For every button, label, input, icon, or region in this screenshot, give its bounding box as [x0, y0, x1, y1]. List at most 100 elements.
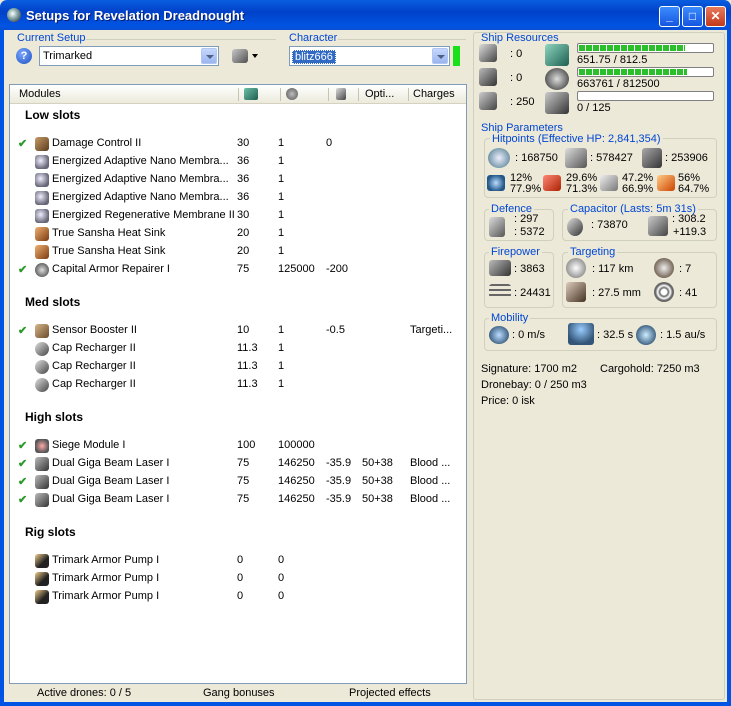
armor-hp: : 578427 — [590, 152, 633, 164]
module-row[interactable]: Trimark Armor Pump I 0 0 — [10, 588, 466, 606]
module-row[interactable]: Trimark Armor Pump I 0 0 — [10, 570, 466, 588]
active-check-icon[interactable]: ✔ — [18, 263, 27, 276]
group-divider — [86, 39, 276, 40]
minimize-button[interactable]: _ — [659, 6, 680, 27]
active-drones[interactable]: Active drones: 0 / 5 — [37, 687, 131, 699]
module-cpu: 30 — [237, 209, 250, 221]
module-cpu: 20 — [237, 245, 250, 257]
module-name: Capital Armor Repairer I — [52, 263, 170, 275]
ship-resources-label: Ship Resources — [481, 32, 559, 44]
module-cpu: 0 — [237, 554, 244, 566]
power-value: 663761 / 812500 — [577, 78, 660, 90]
module-icon — [35, 360, 49, 374]
cpu-bar — [577, 43, 714, 53]
active-check-icon[interactable]: ✔ — [18, 324, 27, 337]
chevron-down-icon[interactable] — [432, 48, 448, 64]
cpu-column-icon[interactable] — [244, 88, 258, 100]
em-resist-icon — [487, 175, 505, 191]
thermal-resist-icon — [543, 175, 561, 191]
module-optimal: 50+38 — [362, 475, 393, 487]
module-row[interactable]: Energized Adaptive Nano Membra... 36 1 — [10, 171, 466, 189]
module-icon — [35, 209, 49, 223]
max-velocity: : 0 m/s — [512, 329, 546, 341]
active-check-icon[interactable]: ✔ — [18, 493, 27, 506]
module-cpu: 75 — [237, 493, 250, 505]
module-row[interactable]: Energized Regenerative Membrane II 30 1 — [10, 207, 466, 225]
modules-panel[interactable]: Modules Opti... Charges Low slots ✔ Damag… — [9, 84, 467, 684]
module-row[interactable]: Cap Recharger II 11.3 1 — [10, 340, 466, 358]
module-row[interactable]: ✔ Sensor Booster II 10 1 -0.5 Targeti... — [10, 322, 466, 340]
module-row[interactable]: Trimark Armor Pump I 0 0 — [10, 552, 466, 570]
explosive-resist-armor: 64.7% — [678, 183, 710, 195]
module-power: 1 — [278, 209, 285, 221]
active-check-icon[interactable]: ✔ — [18, 457, 27, 470]
module-row[interactable]: ✔ Siege Module I 100 100000 — [10, 437, 466, 455]
kinetic-resist-icon — [600, 175, 618, 191]
velocity-icon — [489, 326, 509, 344]
max-targets-icon — [654, 258, 674, 278]
active-check-icon[interactable]: ✔ — [18, 475, 27, 488]
module-name: Energized Adaptive Nano Membra... — [52, 191, 229, 203]
gang-bonuses[interactable]: Gang bonuses — [203, 687, 275, 699]
drone-bar — [577, 91, 714, 101]
cpu-bar-fill — [579, 45, 686, 51]
drone-bandwidth-icon — [545, 92, 569, 114]
sensor-resolution: : 27.5 mm — [592, 287, 641, 299]
chevron-down-icon[interactable] — [201, 48, 217, 64]
module-charges: Blood ... — [410, 475, 451, 487]
module-charges: Targeti... — [410, 324, 453, 336]
module-cap: -200 — [326, 263, 349, 275]
module-power: 0 — [278, 572, 285, 584]
active-check-icon[interactable]: ✔ — [18, 439, 27, 452]
module-row[interactable]: True Sansha Heat Sink 20 1 — [10, 243, 466, 261]
close-button[interactable]: ✕ — [705, 6, 726, 27]
firepower-dps: : 3863 — [514, 263, 545, 275]
module-row[interactable]: Cap Recharger II 11.3 1 — [10, 358, 466, 376]
character-value: blitz666 — [292, 50, 336, 64]
module-icon — [35, 342, 49, 356]
ship-menu-icon[interactable] — [232, 49, 248, 63]
module-icon — [35, 457, 49, 471]
col-charges[interactable]: Charges — [413, 88, 455, 100]
current-setup-value: Trimarked — [43, 50, 93, 62]
kinetic-resist-armor: 66.9% — [622, 183, 654, 195]
firepower-label: Firepower — [489, 246, 542, 258]
character-select[interactable]: blitz666 — [289, 46, 450, 66]
current-setup-select[interactable]: Trimarked — [39, 46, 219, 66]
dropdown-arrow-icon[interactable] — [252, 54, 258, 58]
module-cpu: 36 — [237, 173, 250, 185]
cap-column-icon[interactable] — [336, 88, 346, 100]
col-opti[interactable]: Opti... — [365, 88, 394, 100]
module-row[interactable]: Cap Recharger II 11.3 1 — [10, 376, 466, 394]
active-check-icon[interactable]: ✔ — [18, 137, 27, 150]
module-row[interactable]: ✔ Dual Giga Beam Laser I 75 146250 -35.9 50+3… — [10, 491, 466, 509]
module-row[interactable]: ✔ Dual Giga Beam Laser I 75 146250 -35.9 50+3… — [10, 473, 466, 491]
status-bar: Active drones: 0 / 5 Gang bonuses Projec… — [9, 685, 467, 701]
hitpoints-label: Hitpoints (Effective HP: 2,841,354) — [490, 133, 663, 145]
module-icon — [35, 378, 49, 392]
volley-icon — [489, 284, 511, 298]
character-label: Character — [289, 32, 338, 44]
projected-effects[interactable]: Projected effects — [349, 687, 431, 699]
section-low-slots: Low slots — [25, 108, 81, 122]
module-charges: Blood ... — [410, 457, 451, 469]
module-power: 125000 — [278, 263, 315, 275]
column-header: Modules Opti... Charges — [10, 85, 466, 104]
shield-hp: : 168750 — [515, 152, 558, 164]
module-row[interactable]: ✔ Damage Control II 30 1 0 — [10, 135, 466, 153]
module-row[interactable]: ✔ Capital Armor Repairer I 75 125000 -200 — [10, 261, 466, 279]
power-column-icon[interactable] — [286, 88, 298, 100]
title-bar[interactable]: Setups for Revelation Dreadnought _ □ ✕ — [0, 0, 731, 30]
module-row[interactable]: ✔ Dual Giga Beam Laser I 75 146250 -35.9 50+3… — [10, 455, 466, 473]
module-row[interactable]: Energized Adaptive Nano Membra... 36 1 — [10, 189, 466, 207]
help-icon[interactable]: ? — [16, 48, 32, 64]
col-modules[interactable]: Modules — [19, 88, 61, 100]
align-time-icon — [568, 323, 594, 345]
module-name: Energized Adaptive Nano Membra... — [52, 173, 229, 185]
module-name: Siege Module I — [52, 439, 126, 451]
module-name: Cap Recharger II — [52, 378, 136, 390]
module-power: 1 — [278, 155, 285, 167]
module-row[interactable]: True Sansha Heat Sink 20 1 — [10, 225, 466, 243]
maximize-button[interactable]: □ — [682, 6, 703, 27]
module-row[interactable]: Energized Adaptive Nano Membra... 36 1 — [10, 153, 466, 171]
